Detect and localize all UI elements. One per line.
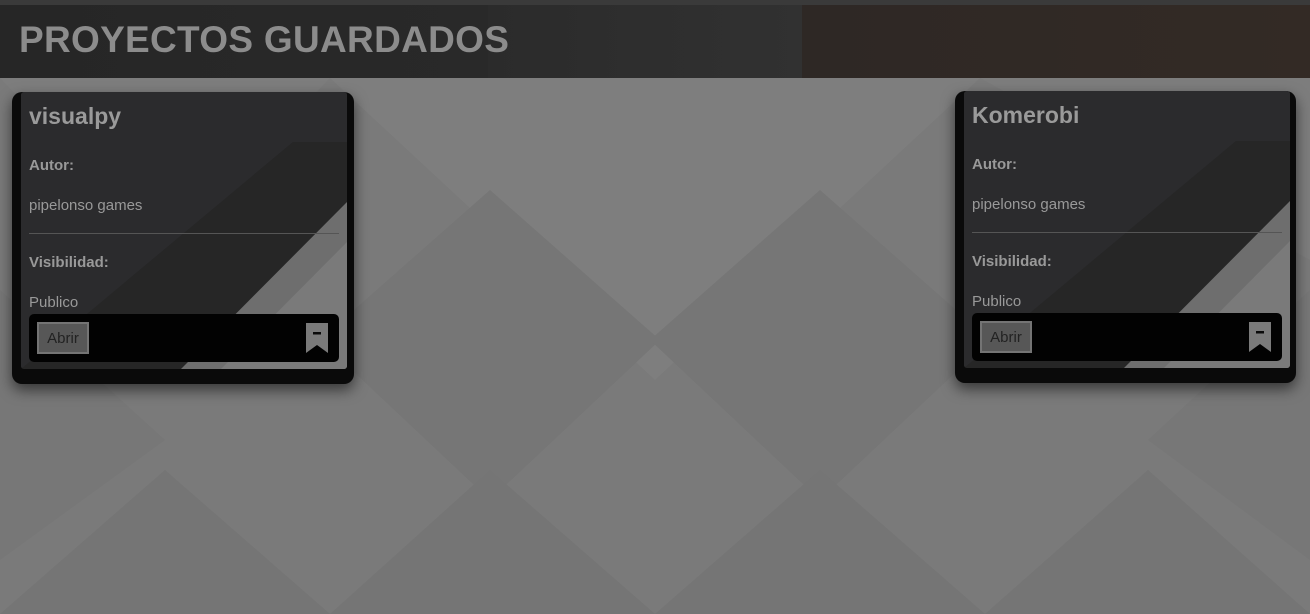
project-name: visualpy	[29, 103, 122, 129]
open-button[interactable]: Abrir	[37, 322, 89, 354]
card-footer: Abrir	[29, 314, 339, 362]
bookmark-remove-icon[interactable]	[305, 322, 329, 354]
card-divider	[29, 233, 339, 234]
project-card: visualpy Autor: pipelonso games Visibili…	[21, 92, 347, 369]
card-footer: Abrir	[972, 313, 1282, 361]
bookmark-remove-icon[interactable]	[1248, 321, 1272, 353]
page-title: PROYECTOS GUARDADOS	[19, 19, 510, 60]
visibility-label: Visibilidad:	[972, 253, 1052, 270]
header-accent	[488, 5, 802, 78]
visibility-value: Publico	[972, 293, 1022, 310]
card-divider	[972, 232, 1282, 233]
open-button[interactable]: Abrir	[980, 321, 1032, 353]
project-card: Komerobi Autor: pipelonso games Visibili…	[964, 91, 1290, 368]
author-label: Autor:	[972, 156, 1017, 173]
author-value: pipelonso games	[972, 196, 1086, 213]
visibility-value: Publico	[29, 294, 79, 311]
project-name: Komerobi	[972, 102, 1080, 128]
visibility-label: Visibilidad:	[29, 254, 109, 271]
author-label: Autor:	[29, 157, 74, 174]
author-value: pipelonso games	[29, 197, 143, 214]
page-header: PROYECTOS GUARDADOS	[0, 0, 1310, 78]
